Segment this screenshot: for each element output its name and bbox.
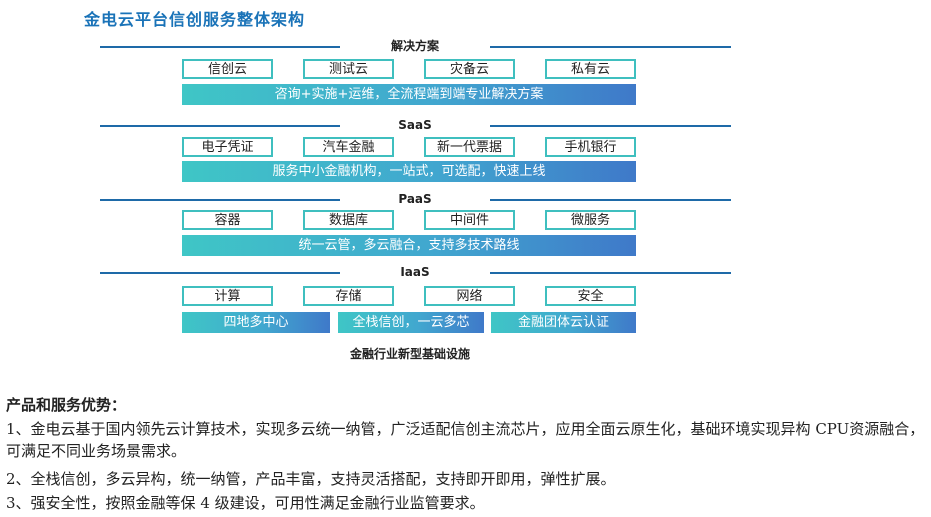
advantage-item-1: 1、金电云基于国内领先云计算技术，实现多云统一纳管，广泛适配信创主流芯片，应用全… bbox=[6, 420, 925, 460]
box-compute: 计算 bbox=[182, 286, 273, 306]
advantage-item-3: 3、强安全性，按照金融等保 4 级建设，可用性满足金融行业监管要求。 bbox=[6, 494, 485, 512]
box-private-cloud: 私有云 bbox=[545, 59, 636, 79]
box-storage: 存储 bbox=[303, 286, 394, 306]
box-test-cloud: 测试云 bbox=[303, 59, 394, 79]
bar-full-stack: 全栈信创，一云多芯 bbox=[338, 312, 484, 333]
bar-group-cloud: 金融团体云认证 bbox=[491, 312, 636, 333]
box-mobile-banking: 手机银行 bbox=[545, 137, 636, 157]
box-container: 容器 bbox=[182, 210, 273, 230]
page-title: 金电云平台信创服务整体架构 bbox=[84, 10, 306, 29]
box-xinchuang-cloud: 信创云 bbox=[182, 59, 273, 79]
box-network: 网络 bbox=[424, 286, 515, 306]
bar-saas: 服务中小金融机构，一站式，可选配，快速上线 bbox=[182, 161, 636, 182]
layer-label-paas: PaaS bbox=[340, 192, 490, 206]
box-middleware: 中间件 bbox=[424, 210, 515, 230]
box-microservice: 微服务 bbox=[545, 210, 636, 230]
bar-multi-center: 四地多中心 bbox=[182, 312, 330, 333]
footer-label: 金融行业新型基础设施 bbox=[349, 347, 470, 361]
box-electronic-voucher: 电子凭证 bbox=[182, 137, 273, 157]
bar-solutions: 咨询+实施+运维，全流程端到端专业解决方案 bbox=[182, 84, 636, 105]
box-auto-finance: 汽车金融 bbox=[303, 137, 394, 157]
layer-label-solutions: 解决方案 bbox=[340, 39, 490, 53]
advantage-item-2: 2、全栈信创，多云异构，统一纳管，产品丰富，支持灵活搭配，支持即开即用，弹性扩展… bbox=[6, 470, 616, 488]
box-database: 数据库 bbox=[303, 210, 394, 230]
box-new-bills: 新一代票据 bbox=[424, 137, 515, 157]
box-disaster-cloud: 灾备云 bbox=[424, 59, 515, 79]
box-security: 安全 bbox=[545, 286, 636, 306]
bar-paas: 统一云管，多云融合，支持多技术路线 bbox=[182, 235, 636, 256]
advantages-title: 产品和服务优势： bbox=[6, 396, 127, 414]
layer-label-saas: SaaS bbox=[340, 118, 490, 132]
layer-label-iaas: IaaS bbox=[340, 265, 490, 279]
